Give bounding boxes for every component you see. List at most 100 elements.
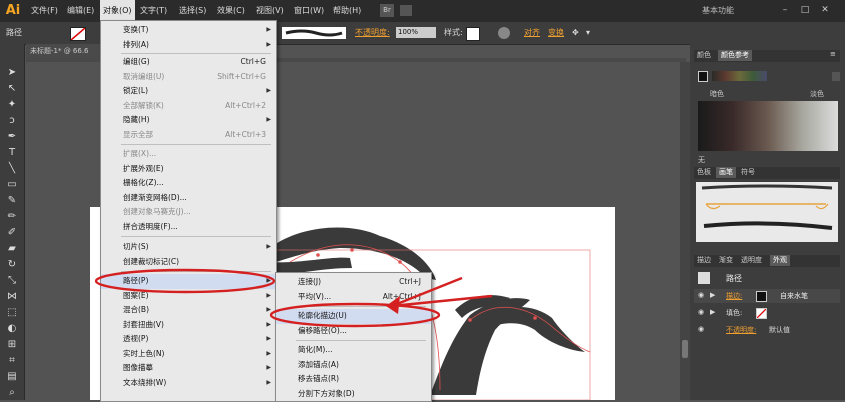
menu-item-group[interactable]: 编组(G) Ctrl+G (101, 55, 276, 70)
line-tool-icon[interactable]: ╲ (5, 162, 19, 175)
menu-file[interactable]: 文件(F) (28, 0, 61, 22)
menu-item-average[interactable]: 平均(V)... Alt+Ctrl+J (276, 290, 431, 305)
opacity-link[interactable]: 不透明度: (355, 22, 390, 44)
width-tool-icon[interactable]: ⋈ (5, 290, 19, 303)
arrange-documents-icon[interactable] (400, 5, 412, 16)
perspective-grid-icon[interactable]: ⊞ (5, 338, 19, 351)
menu-item-live-paint[interactable]: 实时上色(N) ▶ (101, 347, 276, 362)
menu-item-blend[interactable]: 混合(B) ▶ (101, 303, 276, 318)
stroke-color-swatch[interactable] (756, 291, 767, 302)
menu-item-slice[interactable]: 切片(S) ▶ (101, 240, 276, 255)
tab-appearance[interactable]: 外观 (770, 255, 790, 266)
harmony-rules-dropdown[interactable] (832, 72, 840, 81)
menu-item-perspective[interactable]: 透视(P) ▶ (101, 332, 276, 347)
menu-item-show-all[interactable]: 显示全部 Alt+Ctrl+3 (101, 128, 276, 143)
menu-item-simplify[interactable]: 简化(M)... (276, 343, 431, 358)
menu-item-image-trace[interactable]: 图像描摹 ▶ (101, 361, 276, 376)
rotate-tool-icon[interactable]: ↻ (5, 258, 19, 271)
eyedropper-tool-icon[interactable]: ⌕ (5, 386, 19, 399)
visibility-eye-icon[interactable]: ◉ (698, 325, 704, 333)
menu-item-arrange[interactable]: 排列(A) ▶ (101, 38, 276, 53)
type-tool-icon[interactable]: T (5, 146, 19, 159)
selection-tool-icon[interactable]: ➤ (5, 66, 19, 79)
maximize-button[interactable]: □ (798, 3, 812, 17)
scale-tool-icon[interactable]: ⤡ (5, 274, 19, 287)
brush-library-list[interactable] (696, 182, 838, 242)
menu-item-ungroup[interactable]: 取消编组(U) Shift+Ctrl+G (101, 70, 276, 85)
gradient-tool-icon[interactable]: ▤ (5, 370, 19, 383)
align-link[interactable]: 对齐 (524, 22, 540, 44)
minimize-button[interactable]: – (778, 3, 792, 17)
tab-stroke[interactable]: 描边 (694, 255, 714, 266)
base-color-swatch[interactable] (698, 71, 708, 82)
close-button[interactable]: ✕ (818, 3, 832, 17)
menu-view[interactable]: 视图(V) (253, 0, 287, 22)
visibility-eye-icon[interactable]: ◉ (698, 308, 704, 316)
menu-item-offset-path[interactable]: 偏移路径(O)... (276, 324, 431, 339)
stroke-brush-value[interactable]: 自来水笔 (780, 291, 808, 301)
menu-window[interactable]: 窗口(W) (291, 0, 327, 22)
appearance-row-opacity[interactable]: ◉ 不透明度: 默认值 (694, 323, 840, 337)
graphic-style-swatch[interactable] (466, 27, 480, 41)
menu-item-path[interactable]: 路径(P) ▶ (101, 274, 276, 289)
menu-item-pattern[interactable]: 图案(E) ▶ (101, 289, 276, 304)
menu-item-hide[interactable]: 隐藏(H) ▶ (101, 113, 276, 128)
color-variations-grid[interactable] (698, 101, 838, 151)
tab-symbols[interactable]: 符号 (738, 167, 758, 178)
stroke-label[interactable]: 描边: (726, 291, 742, 301)
paintbrush-tool-icon[interactable]: ✎ (5, 194, 19, 207)
scrollbar-thumb[interactable] (682, 340, 688, 358)
menu-item-envelope-distort[interactable]: 封套扭曲(V) ▶ (101, 318, 276, 333)
workspace-switcher[interactable]: 基本功能 (702, 0, 734, 22)
menu-item-divide-objects-below[interactable]: 分割下方对象(D) (276, 387, 431, 402)
menu-item-add-anchor-points[interactable]: 添加锚点(A) (276, 358, 431, 373)
panel-menu-icon[interactable]: ≡ (830, 50, 836, 58)
menu-item-flatten-transparency[interactable]: 拼合透明度(F)... (101, 220, 276, 235)
menu-item-outline-stroke[interactable]: 轮廓化描边(U) (276, 309, 431, 324)
fill-swatch[interactable] (70, 27, 86, 41)
menu-item-remove-anchor-points[interactable]: 移去锚点(R) (276, 372, 431, 387)
tab-gradient[interactable]: 渐变 (716, 255, 736, 266)
menu-item-text-wrap[interactable]: 文本绕排(W) ▶ (101, 376, 276, 391)
tab-brushes[interactable]: 画笔 (716, 167, 736, 178)
opacity-link[interactable]: 不透明度: (726, 325, 756, 335)
direct-selection-tool-icon[interactable]: ↖ (5, 82, 19, 95)
menu-item-gradient-mesh[interactable]: 创建渐变网格(D)... (101, 191, 276, 206)
isolate-object-icon[interactable]: ✥ (572, 22, 579, 44)
expand-triangle-icon[interactable]: ▶ (710, 291, 715, 299)
appearance-row-fill[interactable]: ◉ ▶ 填色: (694, 306, 840, 320)
menu-item-join[interactable]: 连接(J) Ctrl+J (276, 275, 431, 290)
rectangle-tool-icon[interactable]: ▭ (5, 178, 19, 191)
menu-item-rasterize[interactable]: 栅格化(Z)... (101, 176, 276, 191)
expand-triangle-icon[interactable]: ▶ (710, 308, 715, 316)
pencil-tool-icon[interactable]: ✏ (5, 210, 19, 223)
visibility-eye-icon[interactable]: ◉ (698, 291, 704, 299)
tab-transparency[interactable]: 透明度 (738, 255, 765, 266)
tab-color[interactable]: 颜色 (694, 50, 714, 61)
brush-definition-dropdown[interactable] (282, 27, 346, 39)
transform-link[interactable]: 变换 (548, 22, 564, 44)
menu-edit[interactable]: 编辑(E) (64, 0, 97, 22)
menu-object[interactable]: 对象(O) (100, 0, 135, 22)
menu-item-lock[interactable]: 锁定(L) ▶ (101, 84, 276, 99)
tab-swatches[interactable]: 色板 (694, 167, 714, 178)
menu-type[interactable]: 文字(T) (137, 0, 170, 22)
mesh-tool-icon[interactable]: ⌗ (5, 354, 19, 367)
bridge-button[interactable]: Br (380, 4, 394, 17)
menu-help[interactable]: 帮助(H) (330, 0, 364, 22)
eraser-tool-icon[interactable]: ▰ (5, 242, 19, 255)
menu-item-crop-marks[interactable]: 创建裁切标记(C) (101, 255, 276, 270)
harmony-colors-strip[interactable] (712, 71, 767, 81)
fill-none-swatch[interactable] (756, 308, 767, 319)
pen-tool-icon[interactable]: ✒ (5, 130, 19, 143)
menu-item-expand[interactable]: 扩展(X)... (101, 147, 276, 162)
document-tab[interactable]: 未标题-1* @ 66.6 (26, 44, 110, 58)
menu-effect[interactable]: 效果(C) (214, 0, 248, 22)
lasso-tool-icon[interactable]: ↄ (5, 114, 19, 127)
tab-color-guide[interactable]: 颜色参考 (718, 50, 752, 61)
free-transform-icon[interactable]: ⬚ (5, 306, 19, 319)
opacity-field[interactable]: 100% (396, 27, 436, 38)
appearance-row-stroke[interactable]: ◉ ▶ 描边: 自来水笔 (694, 289, 840, 303)
shape-builder-icon[interactable]: ◐ (5, 322, 19, 335)
menu-item-unlock-all[interactable]: 全部解锁(K) Alt+Ctrl+2 (101, 99, 276, 114)
